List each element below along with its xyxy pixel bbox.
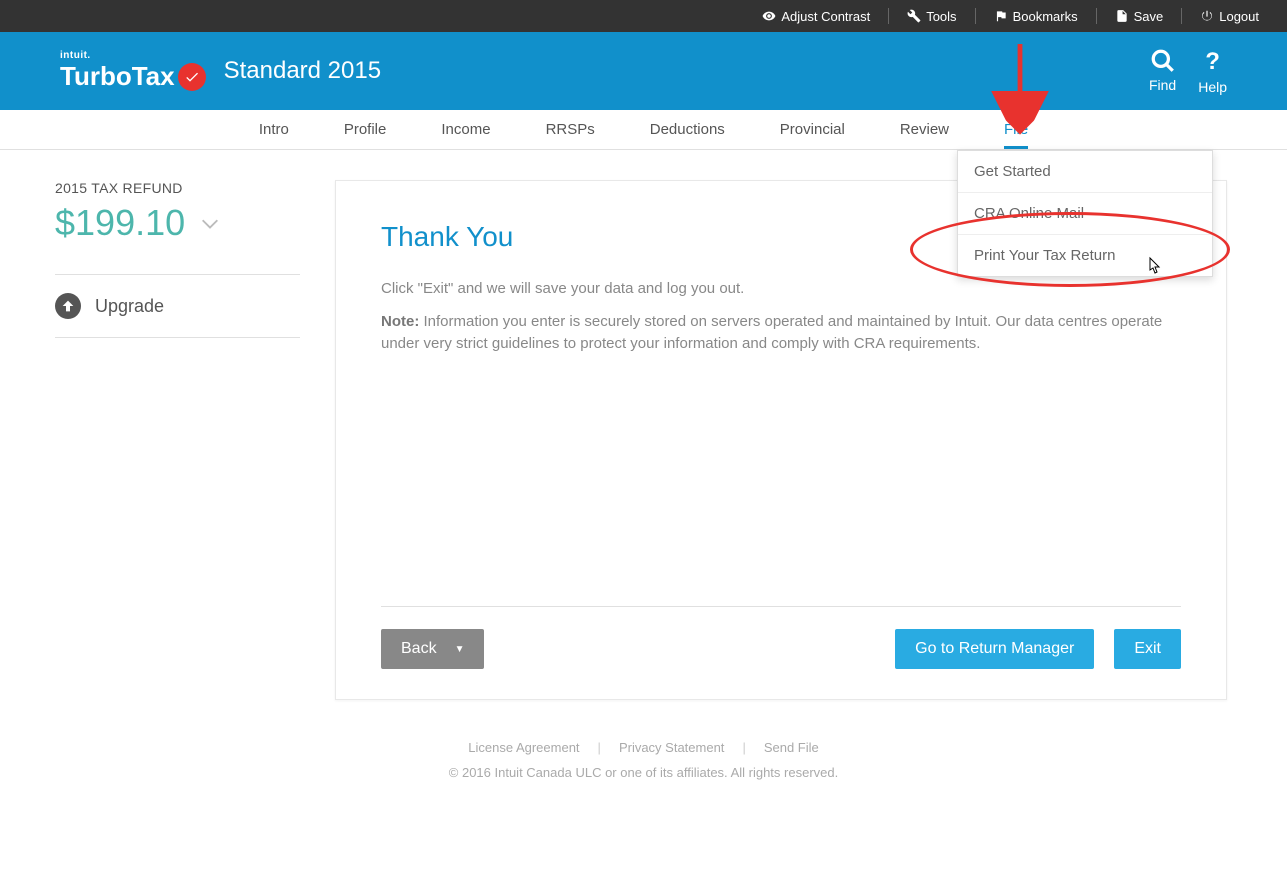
flag-icon — [994, 9, 1008, 23]
tab-review[interactable]: Review — [900, 111, 949, 148]
tab-intro[interactable]: Intro — [259, 111, 289, 148]
refund-label: 2015 TAX REFUND — [55, 180, 300, 196]
bookmarks-link[interactable]: Bookmarks — [986, 9, 1086, 24]
app-header: intuit. TurboTax Standard 2015 Find ? He… — [0, 32, 1287, 110]
upgrade-button[interactable]: Upgrade — [55, 293, 300, 338]
file-dropdown: Get Started CRA Online Mail Print Your T… — [957, 150, 1213, 277]
tab-provincial[interactable]: Provincial — [780, 111, 845, 148]
separator — [888, 8, 889, 24]
intuit-label: intuit. — [60, 50, 206, 61]
file-icon — [1115, 9, 1129, 23]
back-label: Back — [401, 640, 437, 658]
tab-rrsps[interactable]: RRSPs — [546, 111, 595, 148]
adjust-contrast-label: Adjust Contrast — [781, 9, 870, 24]
power-icon — [1200, 9, 1214, 23]
logout-label: Logout — [1219, 9, 1259, 24]
help-button[interactable]: ? Help — [1198, 48, 1227, 95]
separator — [1181, 8, 1182, 24]
return-manager-button[interactable]: Go to Return Manager — [895, 629, 1094, 669]
dropdown-cra-mail[interactable]: CRA Online Mail — [958, 193, 1212, 235]
header-actions: Find ? Help — [1149, 48, 1227, 95]
tab-deductions[interactable]: Deductions — [650, 111, 725, 148]
upgrade-label: Upgrade — [95, 296, 164, 317]
upgrade-arrow-icon — [55, 293, 81, 319]
note-label: Note: — [381, 313, 419, 330]
sidebar: 2015 TAX REFUND $199.10 Upgrade — [55, 180, 300, 700]
security-note: Note: Information you enter is securely … — [381, 311, 1181, 356]
save-link[interactable]: Save — [1107, 9, 1172, 24]
page-footer: License Agreement | Privacy Statement | … — [0, 740, 1287, 780]
copyright: © 2016 Intuit Canada ULC or one of its a… — [0, 765, 1287, 780]
tools-link[interactable]: Tools — [899, 9, 964, 24]
divider — [55, 274, 300, 275]
license-link[interactable]: License Agreement — [468, 740, 579, 755]
panel-footer: Back ▼ Go to Return Manager Exit — [381, 606, 1181, 669]
chevron-down-icon — [199, 216, 221, 230]
separator: | — [598, 740, 601, 755]
back-button[interactable]: Back ▼ — [381, 629, 484, 669]
refund-amount: $199.10 — [55, 202, 185, 244]
tab-profile[interactable]: Profile — [344, 111, 387, 148]
utility-bar: Adjust Contrast Tools Bookmarks Save Log… — [0, 0, 1287, 32]
tab-file[interactable]: File — [1004, 111, 1028, 148]
note-text: Information you enter is securely stored… — [381, 313, 1162, 353]
question-icon: ? — [1205, 48, 1220, 76]
help-label: Help — [1198, 79, 1227, 95]
exit-instruction: Click "Exit" and we will save your data … — [381, 278, 1181, 301]
separator — [975, 8, 976, 24]
send-file-link[interactable]: Send File — [764, 740, 819, 755]
tab-income[interactable]: Income — [441, 111, 490, 148]
check-badge-icon — [178, 63, 206, 91]
refund-row[interactable]: $199.10 — [55, 202, 300, 244]
header-brand: intuit. TurboTax Standard 2015 — [60, 50, 381, 92]
find-button[interactable]: Find — [1149, 48, 1176, 95]
wrench-icon — [907, 9, 921, 23]
find-label: Find — [1149, 77, 1176, 93]
logout-link[interactable]: Logout — [1192, 9, 1267, 24]
search-icon — [1150, 48, 1176, 74]
privacy-link[interactable]: Privacy Statement — [619, 740, 725, 755]
separator: | — [742, 740, 745, 755]
caret-down-icon: ▼ — [455, 644, 465, 655]
exit-button[interactable]: Exit — [1114, 629, 1181, 669]
adjust-contrast-link[interactable]: Adjust Contrast — [754, 9, 878, 24]
dropdown-get-started[interactable]: Get Started — [958, 151, 1212, 193]
nav-tabs: Intro Profile Income RRSPs Deductions Pr… — [0, 110, 1287, 150]
product-name: Standard 2015 — [224, 57, 381, 85]
tools-label: Tools — [926, 9, 956, 24]
logo: intuit. TurboTax — [60, 50, 206, 92]
separator — [1096, 8, 1097, 24]
bookmarks-label: Bookmarks — [1013, 9, 1078, 24]
turbotax-label: TurboTax — [60, 61, 175, 92]
eye-icon — [762, 9, 776, 23]
save-label: Save — [1134, 9, 1164, 24]
dropdown-print-return[interactable]: Print Your Tax Return — [958, 235, 1212, 276]
